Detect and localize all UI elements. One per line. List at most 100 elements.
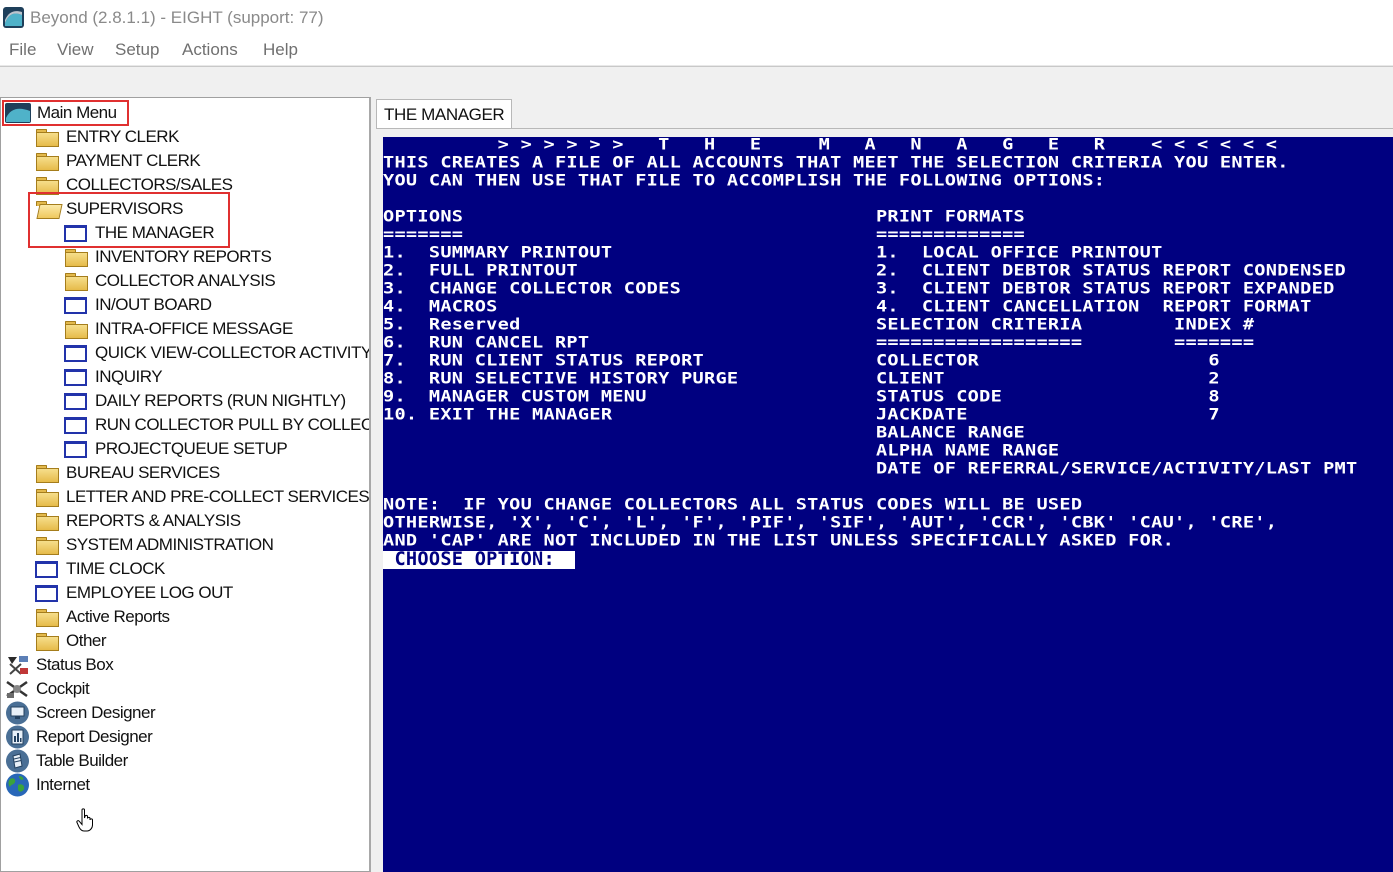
tree-item-label: PAYMENT CLERK <box>66 151 201 170</box>
tree-item-label: BUREAU SERVICES <box>66 463 220 482</box>
tree-item-system-administration[interactable]: SYSTEM ADMINISTRATION <box>35 533 274 557</box>
folder-icon <box>35 512 59 531</box>
menu-help[interactable]: Help <box>263 40 298 60</box>
folder-icon <box>64 320 88 339</box>
terminal-line: DATE OF REFERRAL/SERVICE/ACTIVITY/LAST P… <box>383 459 1358 478</box>
tree-item-cockpit[interactable]: Cockpit <box>5 677 90 701</box>
terminal-line: THIS CREATES A FILE OF ALL ACCOUNTS THAT… <box>383 153 1289 172</box>
tree-item-label: RUN COLLECTOR PULL BY COLLEC <box>95 415 371 434</box>
folder-icon <box>35 608 59 627</box>
folder-icon <box>35 128 59 147</box>
terminal-line: 6. RUN CANCEL RPT ================== ===… <box>383 333 1255 352</box>
tree-item-report-designer[interactable]: Report Designer <box>5 725 153 749</box>
tree-item-payment-clerk[interactable]: PAYMENT CLERK <box>35 149 201 173</box>
window-icon <box>35 584 58 602</box>
tree-item-table-builder[interactable]: Table Builder <box>5 749 128 773</box>
tree-item-label: COLLECTOR ANALYSIS <box>95 271 276 290</box>
tab-the-manager[interactable]: THE MANAGER <box>376 99 512 129</box>
folder-icon <box>35 488 59 507</box>
tree-item-label: SYSTEM ADMINISTRATION <box>66 535 274 554</box>
menu-bar: File View Setup Actions Help <box>0 36 1393 65</box>
tree-item-other[interactable]: Other <box>35 629 107 653</box>
tree-item-label: DAILY REPORTS (RUN NIGHTLY) <box>95 391 346 410</box>
tree-item-label: INTRA-OFFICE MESSAGE <box>95 319 293 338</box>
terminal-line: OPTIONS PRINT FORMATS <box>383 207 1026 226</box>
tree-item-screen-designer[interactable]: Screen Designer <box>5 701 156 725</box>
tree-item-time-clock[interactable]: TIME CLOCK <box>35 557 165 581</box>
menu-actions[interactable]: Actions <box>182 40 238 60</box>
tree-item-bureau-services[interactable]: BUREAU SERVICES <box>35 461 220 485</box>
tree-item-entry-clerk[interactable]: ENTRY CLERK <box>35 125 179 149</box>
window-icon <box>64 440 87 458</box>
tree-item-label: INQUIRY <box>95 367 163 386</box>
terminal-line: 8. RUN SELECTIVE HISTORY PURGE CLIENT 2 <box>383 369 1220 388</box>
menu-file[interactable]: File <box>9 40 36 60</box>
tree-item-inventory-reports[interactable]: INVENTORY REPORTS <box>64 245 272 269</box>
highlight-main-menu <box>2 100 129 126</box>
window-icon <box>64 344 87 362</box>
folder-icon <box>35 536 59 555</box>
cockpit-icon <box>6 680 28 698</box>
terminal-line: 7. RUN CLIENT STATUS REPORT COLLECTOR 6 <box>383 351 1220 370</box>
tree-item-run-collector-pull[interactable]: RUN COLLECTOR PULL BY COLLEC <box>64 413 371 437</box>
tree-item-letter-pre-collect[interactable]: LETTER AND PRE-COLLECT SERVICES <box>35 485 369 509</box>
tree-item-status-box[interactable]: Status Box <box>5 653 114 677</box>
tree-item-label: IN/OUT BOARD <box>95 295 212 314</box>
tree-item-intra-office-message[interactable]: INTRA-OFFICE MESSAGE <box>64 317 293 341</box>
choose-option-prompt[interactable]: CHOOSE OPTION: <box>383 550 575 569</box>
terminal-line: ======= ============= <box>383 225 1026 244</box>
tree-item-label: ENTRY CLERK <box>66 127 179 146</box>
tree-item-reports-analysis[interactable]: REPORTS & ANALYSIS <box>35 509 241 533</box>
tree-item-label: Cockpit <box>36 679 90 698</box>
terminal-line: BALANCE RANGE <box>383 423 1026 442</box>
terminal-line: YOU CAN THEN USE THAT FILE TO ACCOMPLISH… <box>383 171 1106 190</box>
tree-item-label: Status Box <box>36 655 114 674</box>
folder-icon <box>35 176 59 195</box>
beyond-app-icon <box>3 7 24 28</box>
tree-item-internet[interactable]: Internet <box>5 773 90 797</box>
tree-item-label: Internet <box>36 775 90 794</box>
tree-item-quick-view-collector-activity[interactable]: QUICK VIEW-COLLECTOR ACTIVITY <box>64 341 371 365</box>
window-title: Beyond (2.8.1.1) - EIGHT (support: 77) <box>30 8 324 27</box>
tab-strip-line <box>376 128 1393 129</box>
folder-icon <box>64 248 88 267</box>
tree-item-collector-analysis[interactable]: COLLECTOR ANALYSIS <box>64 269 276 293</box>
tree-item-label: PROJECTQUEUE SETUP <box>95 439 288 458</box>
window-icon <box>64 368 87 386</box>
terminal-line: 2. FULL PRINTOUT 2. CLIENT DEBTOR STATUS… <box>383 261 1347 280</box>
tree-item-in-out-board[interactable]: IN/OUT BOARD <box>64 293 212 317</box>
tree-item-employee-log-out[interactable]: EMPLOYEE LOG OUT <box>35 581 233 605</box>
terminal-line: 5. Reserved SELECTION CRITERIA INDEX # <box>383 315 1255 334</box>
terminal-line: 9. MANAGER CUSTOM MENU STATUS CODE 8 <box>383 387 1220 406</box>
menu-view[interactable]: View <box>57 40 94 60</box>
tree-item-label: Screen Designer <box>36 703 156 722</box>
terminal-line: 4. MACROS 4. CLIENT CANCELLATION REPORT … <box>383 297 1312 316</box>
status-box-icon <box>8 656 28 675</box>
tree-item-label: REPORTS & ANALYSIS <box>66 511 241 530</box>
hand-cursor-icon <box>76 808 93 832</box>
report-designer-icon <box>6 725 29 749</box>
menu-setup[interactable]: Setup <box>115 40 159 60</box>
terminal-line: 3. CHANGE COLLECTOR CODES 3. CLIENT DEBT… <box>383 279 1335 298</box>
title-bar: Beyond (2.8.1.1) - EIGHT (support: 77) <box>0 0 1393 36</box>
tree-item-label: Other <box>66 631 107 650</box>
main-menu-tree[interactable]: Main Menu ENTRY CLERK PAYMENT CLERK COLL… <box>0 97 371 872</box>
tree-item-label: Report Designer <box>36 727 153 746</box>
tree-item-label: TIME CLOCK <box>66 559 165 578</box>
terminal-line: 1. SUMMARY PRINTOUT 1. LOCAL OFFICE PRIN… <box>383 243 1163 262</box>
tree-item-projectqueue-setup[interactable]: PROJECTQUEUE SETUP <box>64 437 288 461</box>
window-icon <box>35 560 58 578</box>
terminal-line: ALPHA NAME RANGE <box>383 441 1060 460</box>
terminal-line: AND 'CAP' ARE NOT INCLUDED IN THE LIST U… <box>383 531 1175 550</box>
terminal-line: NOTE: IF YOU CHANGE COLLECTORS ALL STATU… <box>383 495 1083 514</box>
screen-designer-icon <box>6 701 29 725</box>
tree-item-label: Active Reports <box>66 607 170 626</box>
tree-item-label: QUICK VIEW-COLLECTOR ACTIVITY <box>95 343 371 362</box>
tree-item-label: Table Builder <box>36 751 128 770</box>
highlight-supervisors-manager <box>28 192 230 248</box>
tree-item-daily-reports[interactable]: DAILY REPORTS (RUN NIGHTLY) <box>64 389 346 413</box>
folder-icon <box>35 632 59 651</box>
terminal-screen[interactable]: > > > > > > T H E M A N A G E R < < < < … <box>383 137 1393 872</box>
tree-item-active-reports[interactable]: Active Reports <box>35 605 170 629</box>
tree-item-inquiry[interactable]: INQUIRY <box>64 365 163 389</box>
